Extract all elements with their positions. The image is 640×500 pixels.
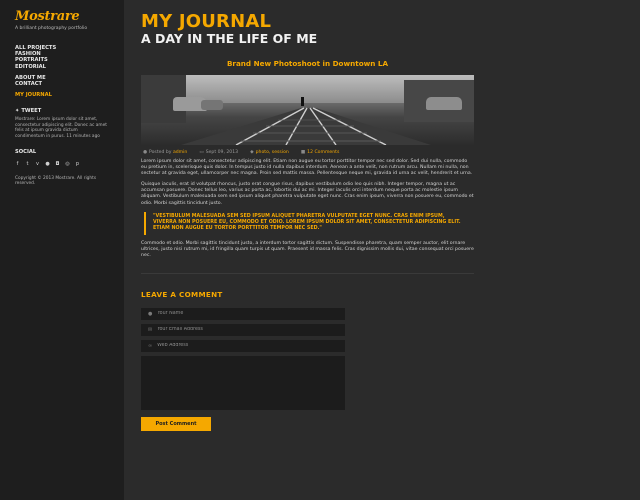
site-logo[interactable]: Mostrare — [15, 10, 124, 24]
comment-textarea[interactable] — [141, 355, 345, 410]
tweet-heading: ✦ TWEET — [15, 108, 124, 114]
tweet-heading-label: TWEET — [21, 108, 42, 115]
meta-date: ▭ Sept 09, 2013 — [199, 150, 238, 155]
instagram-icon[interactable]: ◘ — [55, 161, 60, 167]
social-icons: f t v ● ◘ ◎ p — [15, 161, 124, 167]
post-meta: ● Posted by admin ▭ Sept 09, 2013 ◆ photo, … — [141, 150, 474, 155]
photo-railway-tracks — [181, 107, 431, 145]
post-title[interactable]: Brand New Photoshoot in Downtown LA — [141, 59, 474, 68]
meta-tags: ◆ photo, session — [250, 150, 289, 155]
sidebar: Mostrare A brilliant photography portfol… — [0, 0, 124, 500]
post-paragraph: Quisque iaculis, erat id volutpat rhoncu… — [141, 182, 474, 206]
link-icon: ∞ — [148, 342, 153, 349]
social-heading: SOCIAL — [15, 149, 37, 156]
email-field-wrapper: ✉ — [141, 323, 345, 336]
user-icon: ● — [148, 310, 153, 317]
dribbble-icon[interactable]: ◎ — [65, 161, 70, 167]
post-featured-image[interactable] — [141, 75, 474, 145]
page-title: MY JOURNAL — [141, 11, 272, 32]
comment-form: LEAVE A COMMENT ● ✉ ∞ Post Comment — [141, 290, 474, 431]
post-body: Lorem ipsum dolor sit amet, consectetur … — [141, 159, 474, 259]
post-paragraph: Lorem ipsum dolor sit amet, consectetur … — [141, 159, 473, 177]
post-comment-button[interactable]: Post Comment — [141, 416, 211, 431]
envelope-icon: ✉ — [148, 326, 153, 333]
twitter-icon[interactable]: t — [25, 161, 30, 167]
copyright-text: Copyright © 2013 Mostrare. All rights re… — [15, 176, 97, 187]
email-field[interactable] — [157, 327, 338, 333]
pinterest-icon[interactable]: p — [75, 161, 80, 167]
vimeo-icon[interactable]: v — [35, 161, 40, 167]
page-subtitle: A DAY IN THE LIFE OF ME — [141, 31, 318, 46]
meta-comments-link[interactable]: 12 Comments — [307, 150, 339, 155]
meta-posted-by-label: Posted by — [149, 150, 172, 155]
comment-icon: ■ — [300, 150, 306, 155]
nav-item-my-journal[interactable]: MY JOURNAL — [15, 92, 124, 98]
web-address-field[interactable] — [157, 343, 338, 349]
section-divider — [141, 272, 474, 274]
meta-comments: ■ 12 Comments — [301, 150, 340, 155]
post-paragraph: Commodo et odio. Morbi sagittis tincidun… — [141, 240, 474, 258]
site-tagline: A brilliant photography portfolio — [15, 26, 88, 31]
web-field-wrapper: ∞ — [141, 339, 345, 352]
user-icon: ● — [143, 150, 148, 155]
comment-form-heading: LEAVE A COMMENT — [141, 289, 223, 299]
main-content: MY JOURNAL A DAY IN THE LIFE OF ME Brand… — [141, 12, 474, 431]
flickr-icon[interactable]: ● — [45, 161, 50, 167]
main-nav: ALL PROJECTS FASHION PORTRAITS EDITORIAL… — [15, 45, 124, 98]
name-field[interactable] — [157, 311, 338, 317]
twitter-bird-icon: ✦ — [15, 108, 20, 115]
meta-author-link[interactable]: admin — [173, 150, 187, 155]
calendar-icon: ▭ — [199, 150, 204, 155]
tag-icon: ◆ — [250, 150, 254, 155]
post-blockquote: "Vestibulum malesuada sem sed ipsum aliq… — [144, 211, 474, 235]
facebook-icon[interactable]: f — [15, 161, 20, 167]
meta-author: ● Posted by admin — [143, 150, 187, 155]
meta-date-value: Sept 09, 2013 — [205, 150, 239, 155]
meta-tags-link[interactable]: photo, session — [256, 150, 289, 155]
tweet-text: Mostrare: Lorem ipsum dolor sit amet, co… — [15, 117, 107, 139]
name-field-wrapper: ● — [141, 307, 345, 320]
